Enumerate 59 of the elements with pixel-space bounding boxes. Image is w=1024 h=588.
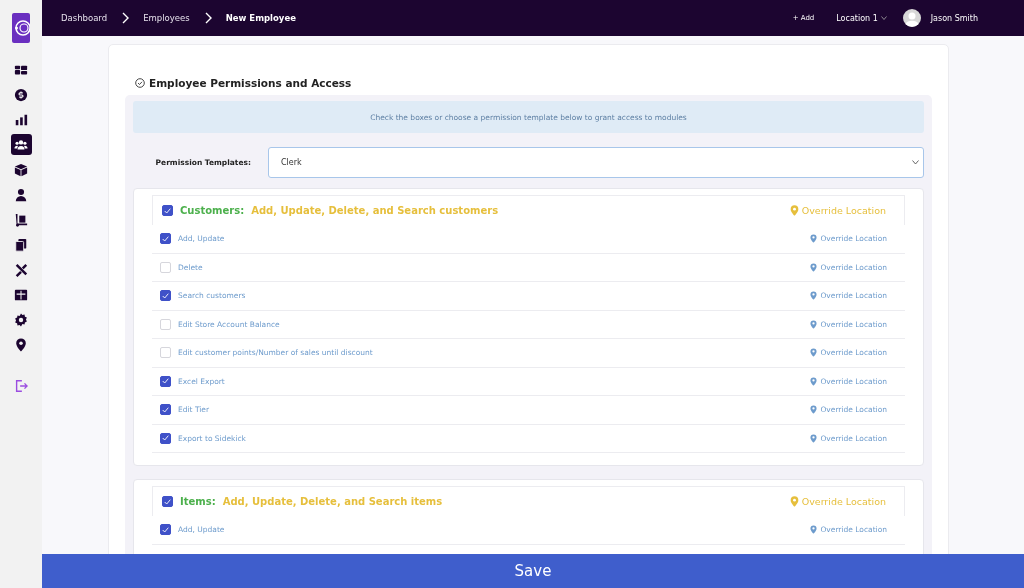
logout-icon[interactable] bbox=[14, 379, 28, 393]
bar-chart-icon bbox=[14, 112, 28, 127]
checkmark-icon bbox=[162, 526, 169, 533]
dollar-icon bbox=[14, 87, 28, 102]
breadcrumb-link[interactable]: Dashboard bbox=[61, 13, 108, 23]
checkbox[interactable] bbox=[160, 524, 171, 536]
gear-icon bbox=[14, 312, 28, 327]
checkmark-icon bbox=[162, 378, 169, 385]
checkmark-icon bbox=[164, 207, 171, 214]
avatar-icon bbox=[902, 9, 921, 27]
check-circle-icon bbox=[135, 77, 145, 88]
location-pin-icon bbox=[810, 234, 818, 244]
checkbox[interactable] bbox=[160, 375, 171, 387]
location-pin-icon bbox=[810, 319, 818, 329]
checkbox[interactable] bbox=[160, 290, 171, 302]
chevron-right-icon bbox=[121, 12, 130, 24]
hand-truck-icon bbox=[14, 212, 28, 227]
person-icon bbox=[14, 187, 28, 202]
checkbox[interactable] bbox=[162, 205, 173, 216]
chevron-right-icon bbox=[203, 12, 212, 24]
sidebar-item[interactable] bbox=[10, 134, 32, 155]
checkmark-icon bbox=[162, 235, 169, 242]
override-location-link[interactable]: Override Location bbox=[789, 496, 886, 507]
group-name: Customers: bbox=[180, 205, 245, 216]
checkmark-icon bbox=[162, 435, 169, 442]
location-pin-icon bbox=[810, 405, 818, 415]
group-name: Items: bbox=[180, 496, 216, 507]
breadcrumb-link[interactable]: Employees bbox=[143, 13, 190, 23]
caret-icon bbox=[912, 160, 919, 165]
override-location-link[interactable]: Override Location bbox=[789, 205, 886, 216]
location-pin-icon bbox=[810, 376, 818, 386]
checkbox[interactable] bbox=[160, 233, 171, 245]
checkmark-icon bbox=[164, 498, 171, 505]
location-pin-icon bbox=[14, 337, 28, 352]
people-icon bbox=[14, 137, 28, 152]
checkmark-icon bbox=[162, 406, 169, 413]
caret-icon bbox=[880, 16, 887, 20]
location-pin-icon bbox=[810, 262, 818, 272]
checkbox[interactable] bbox=[160, 404, 171, 416]
group-description: Add, Update, Delete, and Search customers bbox=[251, 205, 499, 216]
location-pin-icon bbox=[810, 433, 818, 443]
section-title: Employee Permissions and Access bbox=[149, 76, 352, 89]
app-logo[interactable] bbox=[12, 13, 30, 43]
location-pin-icon bbox=[810, 291, 818, 301]
checkmark-icon bbox=[162, 292, 169, 299]
location-dropdown[interactable]: Location 1 bbox=[836, 13, 887, 23]
user-name[interactable]: Jason Smith bbox=[930, 13, 978, 23]
template-select[interactable]: Clerk bbox=[268, 147, 924, 178]
breadcrumb-link[interactable]: New Employee bbox=[225, 13, 296, 23]
location-pin-icon bbox=[789, 205, 799, 216]
location-pin-icon bbox=[789, 496, 799, 507]
group-description: Add, Update, Delete, and Search items bbox=[222, 496, 443, 507]
location-pin-icon bbox=[810, 348, 818, 358]
checkbox[interactable] bbox=[160, 432, 171, 444]
box-icon bbox=[14, 162, 28, 177]
save-button[interactable]: Save bbox=[42, 554, 1024, 588]
documents-icon bbox=[14, 237, 28, 252]
location-pin-icon bbox=[810, 525, 818, 535]
checkbox[interactable] bbox=[162, 496, 173, 507]
